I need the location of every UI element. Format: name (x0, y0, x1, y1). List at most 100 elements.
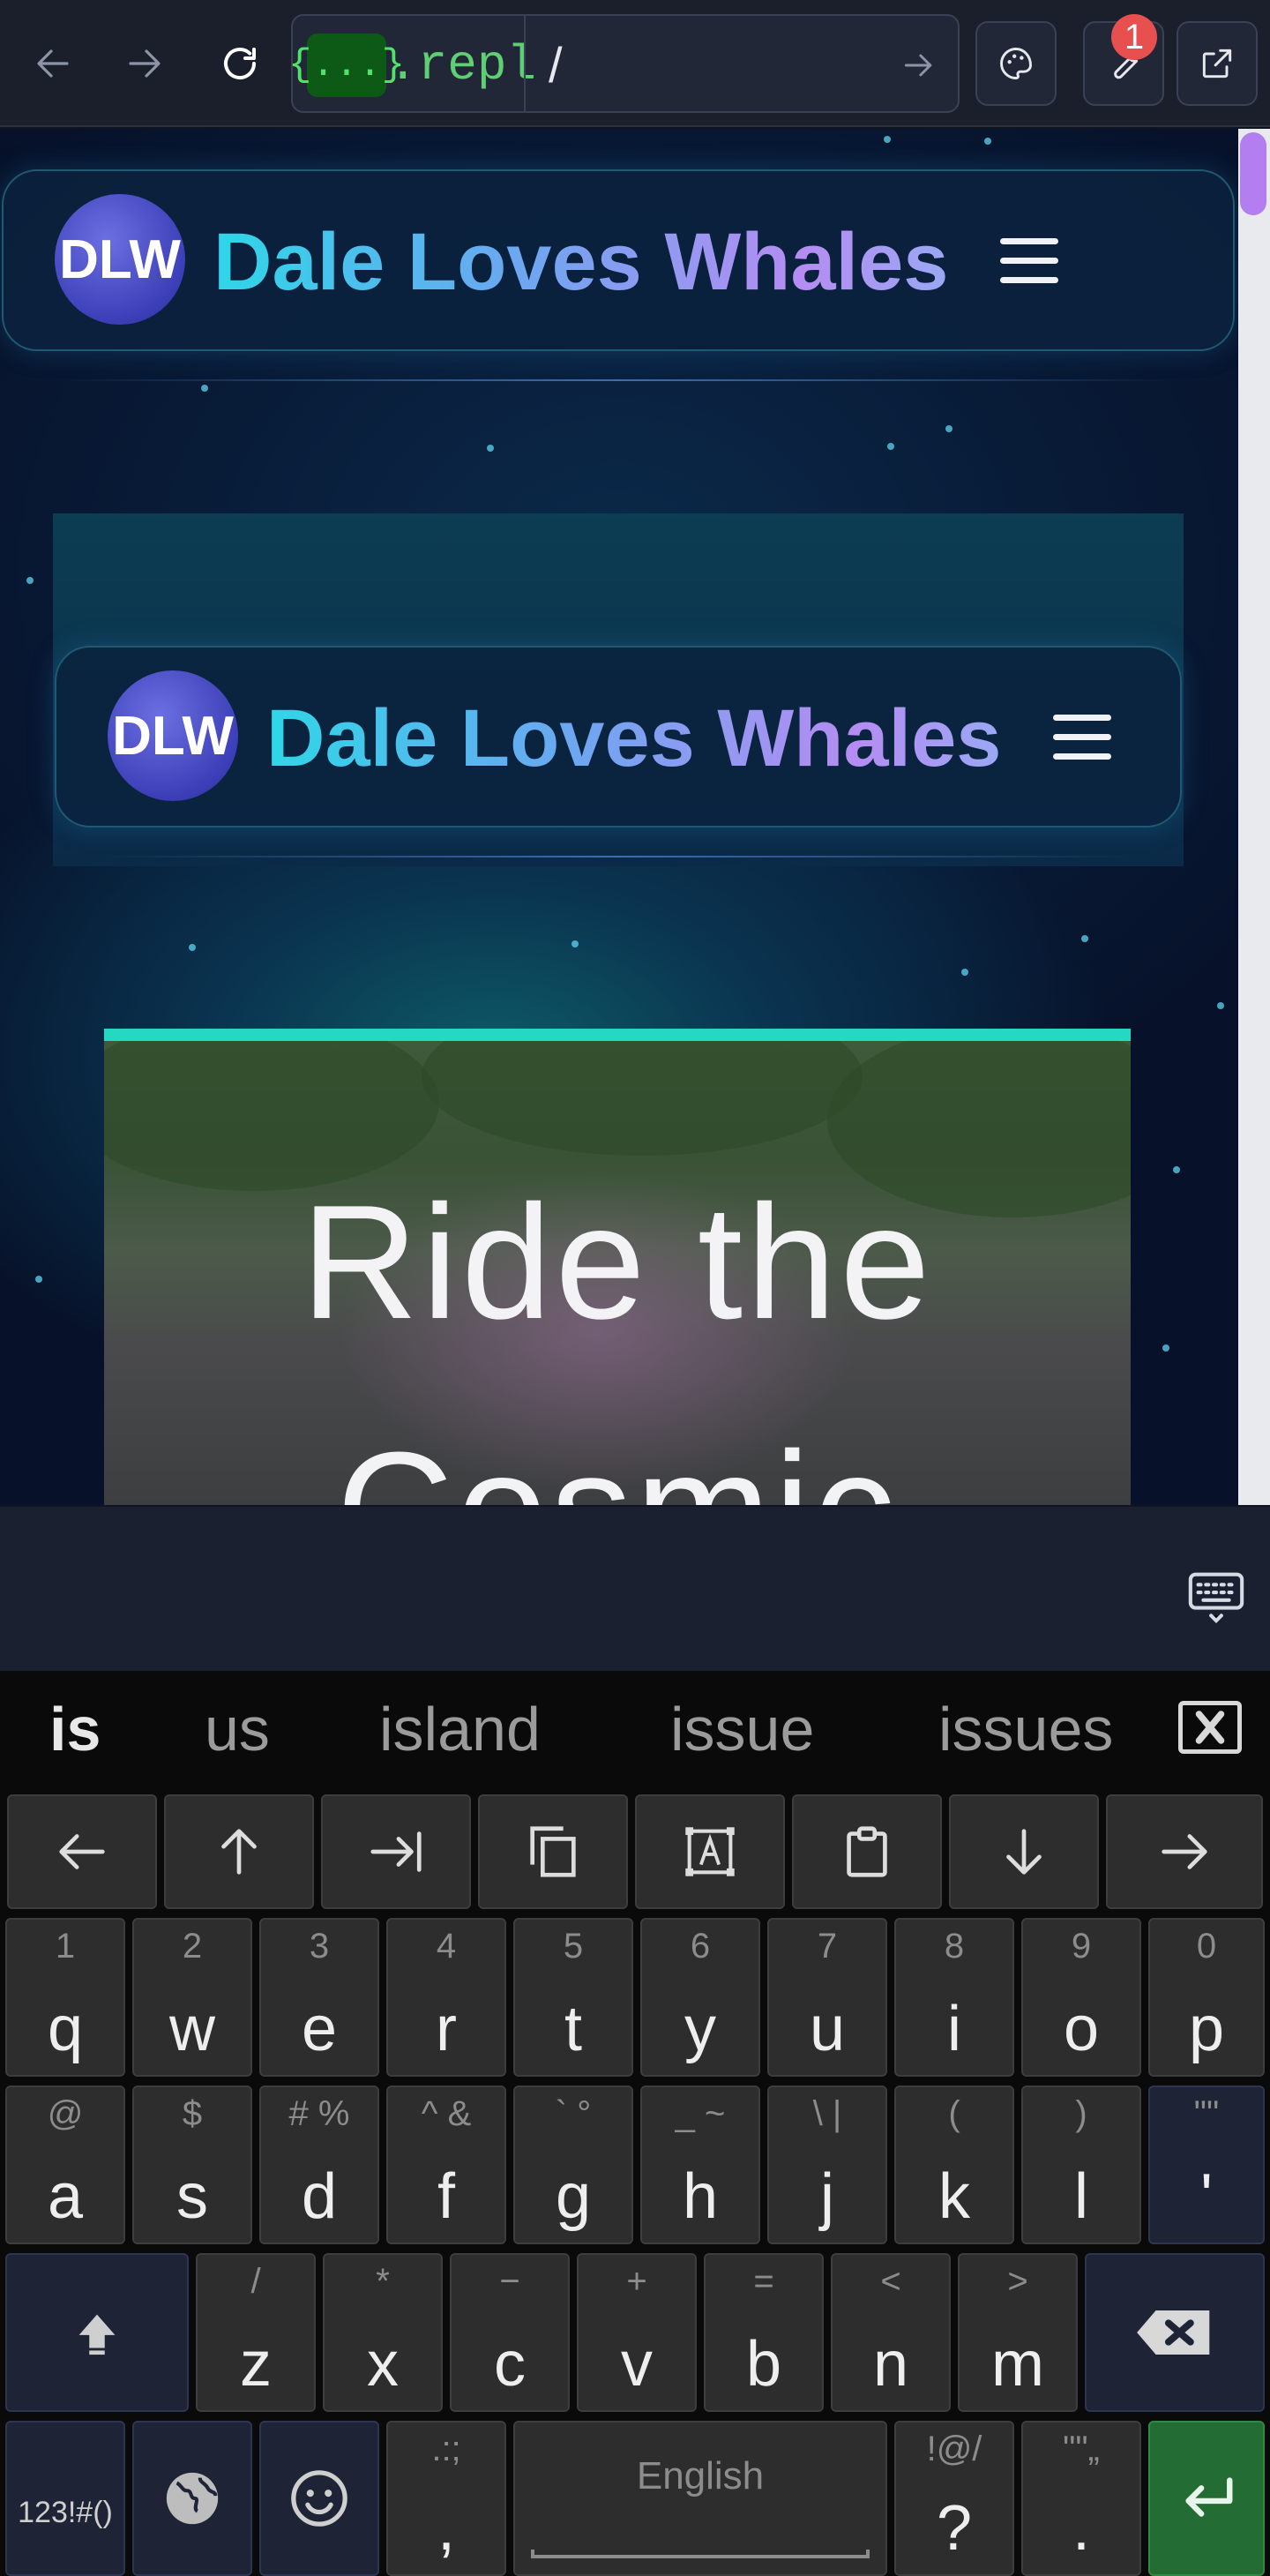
key-copy[interactable] (478, 1794, 628, 1909)
key-p[interactable]: 0p (1148, 1918, 1265, 2077)
key-z[interactable]: / z (196, 2253, 316, 2412)
key-b[interactable]: = b (704, 2253, 824, 2412)
key-l[interactable]: ) l (1021, 2086, 1141, 2244)
key-period[interactable]: ""„. (1021, 2421, 1141, 2576)
key-u[interactable]: 7u (767, 1918, 887, 2077)
key-left-arrow[interactable] (7, 1794, 157, 1909)
notification-badge: 1 (1111, 14, 1157, 60)
url-divider (524, 16, 526, 111)
space-bar-icon (531, 2550, 870, 2558)
key-m[interactable]: > m (958, 2253, 1078, 2412)
key-shift[interactable] (5, 2253, 189, 2412)
palette-icon (1000, 48, 1032, 79)
go-arrow-icon[interactable] (900, 46, 938, 85)
keyboard-toolbar (0, 1507, 1270, 1671)
repl-badge: {...} (288, 34, 405, 97)
suggestion-item[interactable]: is (49, 1692, 101, 1766)
remove-suggestion-icon[interactable] (1178, 1701, 1242, 1754)
hero-section: Ride the Cosmic (104, 1041, 1131, 1505)
forward-button[interactable] (113, 32, 176, 95)
arrow-right-icon (1162, 1834, 1207, 1869)
key-tab[interactable] (321, 1794, 471, 1909)
key-g[interactable]: ` ° g (513, 2086, 633, 2244)
key-select-text[interactable] (635, 1794, 785, 1909)
key-c[interactable]: − c (450, 2253, 570, 2412)
hero-title-line1: Ride the (301, 1171, 934, 1352)
suggestion-item[interactable]: issues (938, 1692, 1113, 1766)
nested-menu-hamburger-icon[interactable] (1053, 715, 1111, 760)
key-right-arrow[interactable] (1106, 1794, 1263, 1909)
key-comma[interactable]: .:;, (386, 2421, 506, 2576)
page-scrollbar-track[interactable] (1238, 129, 1270, 1505)
browser-toolbar: {...} .repl / 1 (0, 0, 1270, 127)
star-particle (887, 443, 894, 450)
key-v[interactable]: + v (577, 2253, 697, 2412)
key-y[interactable]: 6y (640, 1918, 760, 2077)
nested-site-header: DLW Dale Loves Whales (55, 646, 1182, 827)
key-a[interactable]: @ a (5, 2086, 125, 2244)
key-down-arrow[interactable] (949, 1794, 1099, 1909)
key-f[interactable]: ^ & f (386, 2086, 506, 2244)
back-button[interactable] (21, 32, 85, 95)
key-enter[interactable] (1148, 2421, 1265, 2576)
star-particle (487, 445, 494, 452)
theme-button[interactable] (975, 21, 1057, 106)
copy-icon (530, 1826, 576, 1877)
open-new-tab-button[interactable] (1177, 21, 1258, 106)
url-path-input[interactable]: / (549, 35, 563, 95)
key-apostrophe[interactable]: "" ' (1148, 2086, 1265, 2244)
key-t[interactable]: 5t (513, 1918, 633, 2077)
star-particle (1081, 935, 1088, 942)
select-text-icon (685, 1827, 735, 1876)
key-up-arrow[interactable] (164, 1794, 314, 1909)
key-backspace[interactable] (1085, 2253, 1265, 2412)
key-o[interactable]: 9o (1021, 1918, 1141, 2077)
key-q[interactable]: 1q (5, 1918, 125, 2077)
key-space[interactable]: English (513, 2421, 887, 2576)
reload-button[interactable] (208, 32, 272, 95)
key-language[interactable] (132, 2421, 252, 2576)
key-n[interactable]: < n (831, 2253, 951, 2412)
arrow-up-icon (221, 1829, 257, 1875)
enter-icon (1185, 2477, 1233, 2517)
key-d[interactable]: # % d (259, 2086, 379, 2244)
tab-end-icon (370, 1831, 422, 1872)
shift-icon (78, 2314, 116, 2355)
nested-header-divider (106, 856, 1129, 857)
suggestion-item[interactable]: island (379, 1692, 541, 1766)
key-s[interactable]: $ s (132, 2086, 252, 2244)
arrow-right-icon (129, 49, 161, 78)
star-particle (961, 969, 968, 976)
arrow-left-icon (59, 1834, 105, 1869)
suggestion-item[interactable]: issue (670, 1692, 814, 1766)
key-j[interactable]: \ | j (767, 2086, 887, 2244)
page-scrollbar-thumb[interactable] (1240, 132, 1266, 215)
key-e[interactable]: 3e (259, 1918, 379, 2077)
key-w[interactable]: 2w (132, 1918, 252, 2077)
menu-hamburger-icon[interactable] (1000, 238, 1058, 284)
emoji-icon (291, 2470, 347, 2527)
reload-icon (224, 48, 256, 80)
site-brand-name[interactable]: Dale Loves Whales (213, 213, 948, 311)
nested-site-brand-name[interactable]: Dale Loves Whales (266, 690, 1001, 787)
globe-icon (166, 2472, 219, 2525)
key-k[interactable]: (k (894, 2086, 1014, 2244)
key-paste[interactable] (792, 1794, 942, 1909)
url-bar[interactable]: {...} .repl / (288, 14, 960, 113)
external-link-icon (1202, 49, 1232, 79)
site-header: DLW Dale Loves Whales (2, 169, 1235, 351)
key-symbols[interactable]: 123!#() (5, 2421, 125, 2576)
star-particle (884, 136, 891, 143)
key-question[interactable]: !@/? (894, 2421, 1014, 2576)
key-h[interactable]: _ ~ h (640, 2086, 760, 2244)
key-x[interactable]: * x (323, 2253, 443, 2412)
key-i[interactable]: 8i (894, 1918, 1014, 2077)
suggestion-item[interactable]: us (205, 1692, 270, 1766)
site-logo[interactable]: DLW (55, 194, 185, 325)
key-emoji[interactable] (259, 2421, 379, 2576)
keyboard-toggle-icon[interactable] (1185, 1563, 1247, 1627)
nested-site-logo[interactable]: DLW (108, 670, 238, 801)
space-language-label: English (636, 2454, 765, 2497)
key-r[interactable]: 4r (386, 1918, 506, 2077)
arrow-down-icon (1006, 1829, 1042, 1875)
